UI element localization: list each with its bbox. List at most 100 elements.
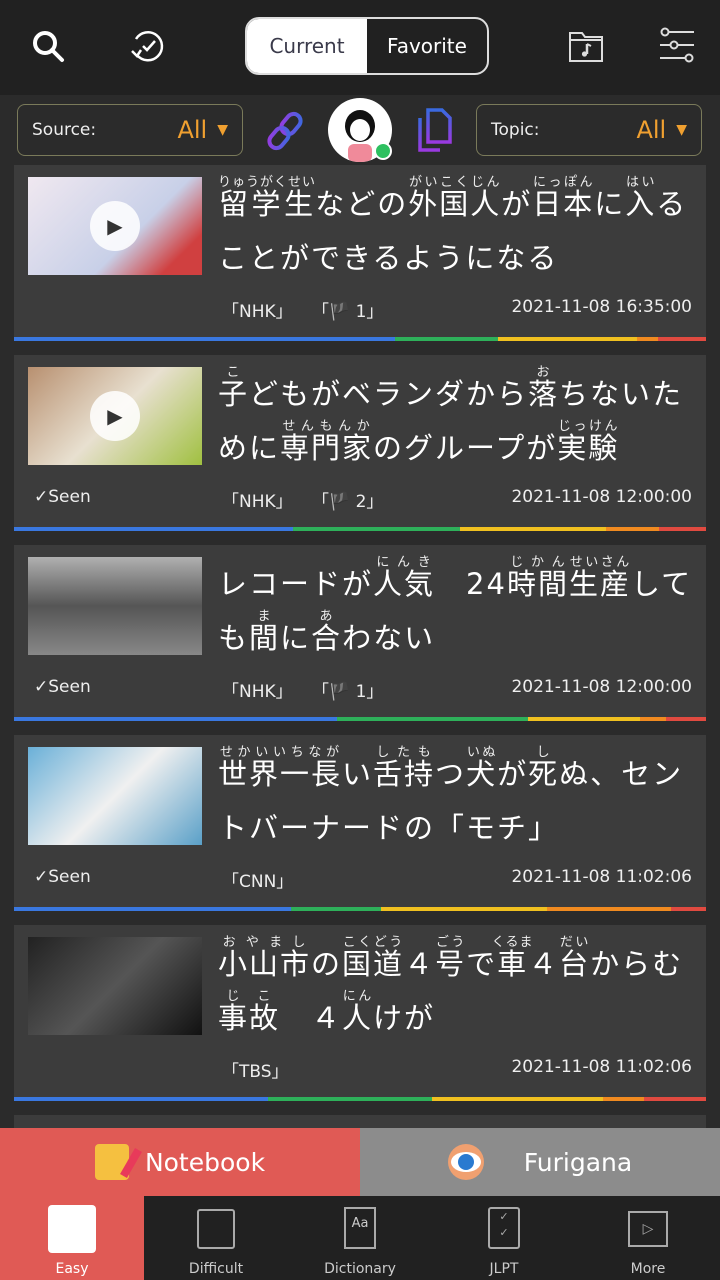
search-icon[interactable] <box>28 26 68 66</box>
seen-status: ✓Seen <box>34 487 91 507</box>
article-source: 「CNN」 <box>222 872 294 892</box>
title-text: など <box>315 187 378 221</box>
furigana-reading: にんき <box>373 555 436 570</box>
title-word: 実験じっけん <box>557 419 620 465</box>
furigana-reading: にん <box>342 989 374 1004</box>
title-word: 生産せいさん <box>568 555 631 601</box>
article-card[interactable]: レコードが人気にんき 24時間じかん生産せいさんしても間まに合あわない ✓Seen… <box>14 545 707 721</box>
color-bar-segment <box>293 527 460 531</box>
title-word: 号ごう <box>435 935 467 981</box>
title-text: つ <box>435 757 467 791</box>
color-bar-segment <box>644 1097 706 1101</box>
link-icon[interactable] <box>262 108 308 154</box>
article-card[interactable]: 世界一長せかいいちながい舌持したもつ犬いぬが死しぬ、セントバーナードの「モチ」 ✓… <box>14 735 706 911</box>
seen-status: ✓Seen <box>34 677 91 697</box>
nav-difficult[interactable]: Difficult <box>144 1196 288 1280</box>
nav-more[interactable]: ▷ More <box>576 1196 720 1280</box>
article-card[interactable]: ▶ 留学生りゅうがくせいなどの外国人がいこくじんが日本にっぽんに入はいることができ… <box>14 165 706 341</box>
title-word: 事故じこ <box>218 989 281 1035</box>
bottom-nav: Easy Difficult Aa Dictionary ✓ ✓ JLPT ▷ More <box>0 1196 720 1280</box>
title-word: 日本にっぽん <box>532 175 595 221</box>
notebook-icon <box>94 1144 142 1180</box>
color-bar-segment <box>659 527 707 531</box>
color-bar-segment <box>640 717 667 721</box>
dictionary-icon: Aa <box>344 1207 376 1249</box>
title-text: どもがベランダから <box>249 377 529 411</box>
music-folder-icon[interactable] <box>566 28 606 64</box>
color-bar-segment <box>380 907 547 911</box>
furigana-reading: せかいいちなが <box>218 745 342 760</box>
color-bar <box>14 907 706 911</box>
nav-label: Easy <box>55 1261 89 1277</box>
color-bar-segment <box>267 1097 432 1101</box>
title-word: 落お <box>528 365 560 411</box>
tab-current[interactable]: Current <box>247 19 367 73</box>
copy-icon[interactable] <box>412 106 456 154</box>
play-icon[interactable]: ▶ <box>90 391 140 441</box>
title-text: けが <box>373 1001 436 1035</box>
furigana-reading: おやまし <box>218 935 312 950</box>
title-text: のグループが <box>373 431 558 465</box>
title-word: 舌持したも <box>373 745 436 791</box>
title-word: 小山市おやまし <box>218 935 312 981</box>
title-word: 時間じかん <box>506 555 569 601</box>
title-word: 間ま <box>249 609 281 655</box>
furigana-button[interactable]: Furigana <box>360 1128 720 1196</box>
color-bar-segment <box>14 337 395 341</box>
color-bar-segment <box>666 717 707 721</box>
article-date: 2021-11-08 11:02:06 <box>511 867 692 887</box>
color-bar <box>14 527 707 531</box>
furigana-reading: にっぽん <box>532 175 595 190</box>
color-bar-segment <box>459 527 607 531</box>
color-bar-segment <box>657 337 706 341</box>
topic-value: All <box>636 116 667 144</box>
article-card[interactable]: ▶ 子こどもがベランダから落おちないために専門家せんもんかのグループが実験じっけん… <box>14 355 707 531</box>
color-bar-segment <box>528 717 641 721</box>
article-title: 小山市おやましの国道こくどう４号ごうで車くるま４台だいからむ事故じこ ４人にんけ… <box>218 935 698 1045</box>
color-bar-segment <box>636 337 658 341</box>
source-label: Source: <box>32 120 97 140</box>
notebook-button[interactable]: Notebook <box>0 1128 360 1196</box>
topic-filter[interactable]: Topic: All ▼ <box>476 104 702 156</box>
article-card[interactable]: 小山市おやましの国道こくどう４号ごうで車くるま４台だいからむ事故じこ ４人にんけ… <box>14 925 706 1101</box>
nav-jlpt[interactable]: ✓ ✓ JLPT <box>432 1196 576 1280</box>
settings-sliders-icon[interactable] <box>656 26 698 66</box>
color-bar <box>14 337 706 341</box>
nav-dictionary[interactable]: Aa Dictionary <box>288 1196 432 1280</box>
article-source: 「TBS」 <box>222 1062 289 1082</box>
title-text: い <box>342 757 374 791</box>
color-bar-segment <box>546 907 672 911</box>
title-word: 入はい <box>625 175 657 221</box>
color-bar-segment <box>14 907 291 911</box>
furigana-reading: こくどう <box>342 935 405 950</box>
color-bar-segment <box>603 1097 645 1101</box>
furigana-label: Furigana <box>523 1147 633 1177</box>
color-bar-segment <box>394 337 499 341</box>
article-thumbnail <box>28 557 202 655</box>
chevron-down-icon: ▼ <box>217 122 228 138</box>
nav-label: Dictionary <box>324 1261 396 1277</box>
furigana-reading: したも <box>373 745 436 760</box>
article-title: 子こどもがベランダから落おちないために専門家せんもんかのグループが実験じっけん <box>218 365 698 475</box>
title-word: 専門家せんもんか <box>280 419 374 465</box>
play-icon[interactable]: ▶ <box>90 201 140 251</box>
article-level: 「🏴 1」 <box>312 302 384 322</box>
color-bar-segment <box>498 337 637 341</box>
furigana-reading: いぬ <box>466 745 498 760</box>
title-word: 人気にんき <box>373 555 436 601</box>
color-bar-segment <box>14 527 294 531</box>
tab-favorite[interactable]: Favorite <box>367 19 487 73</box>
article-date: 2021-11-08 16:35:00 <box>511 297 692 317</box>
seen-status <box>34 1057 222 1082</box>
title-word: 死し <box>528 745 560 791</box>
title-word: 国道こくどう <box>342 935 405 981</box>
furigana-reading: あ <box>311 609 343 624</box>
color-bar <box>14 717 707 721</box>
history-icon[interactable] <box>126 26 170 66</box>
nav-easy[interactable]: Easy <box>0 1196 144 1280</box>
checklist-icon: ✓ ✓ <box>488 1207 520 1249</box>
top-bar: Current Favorite <box>0 0 720 95</box>
furigana-reading: がいこくじん <box>408 175 502 190</box>
source-filter[interactable]: Source: All ▼ <box>17 104 243 156</box>
color-bar-segment <box>14 1097 268 1101</box>
